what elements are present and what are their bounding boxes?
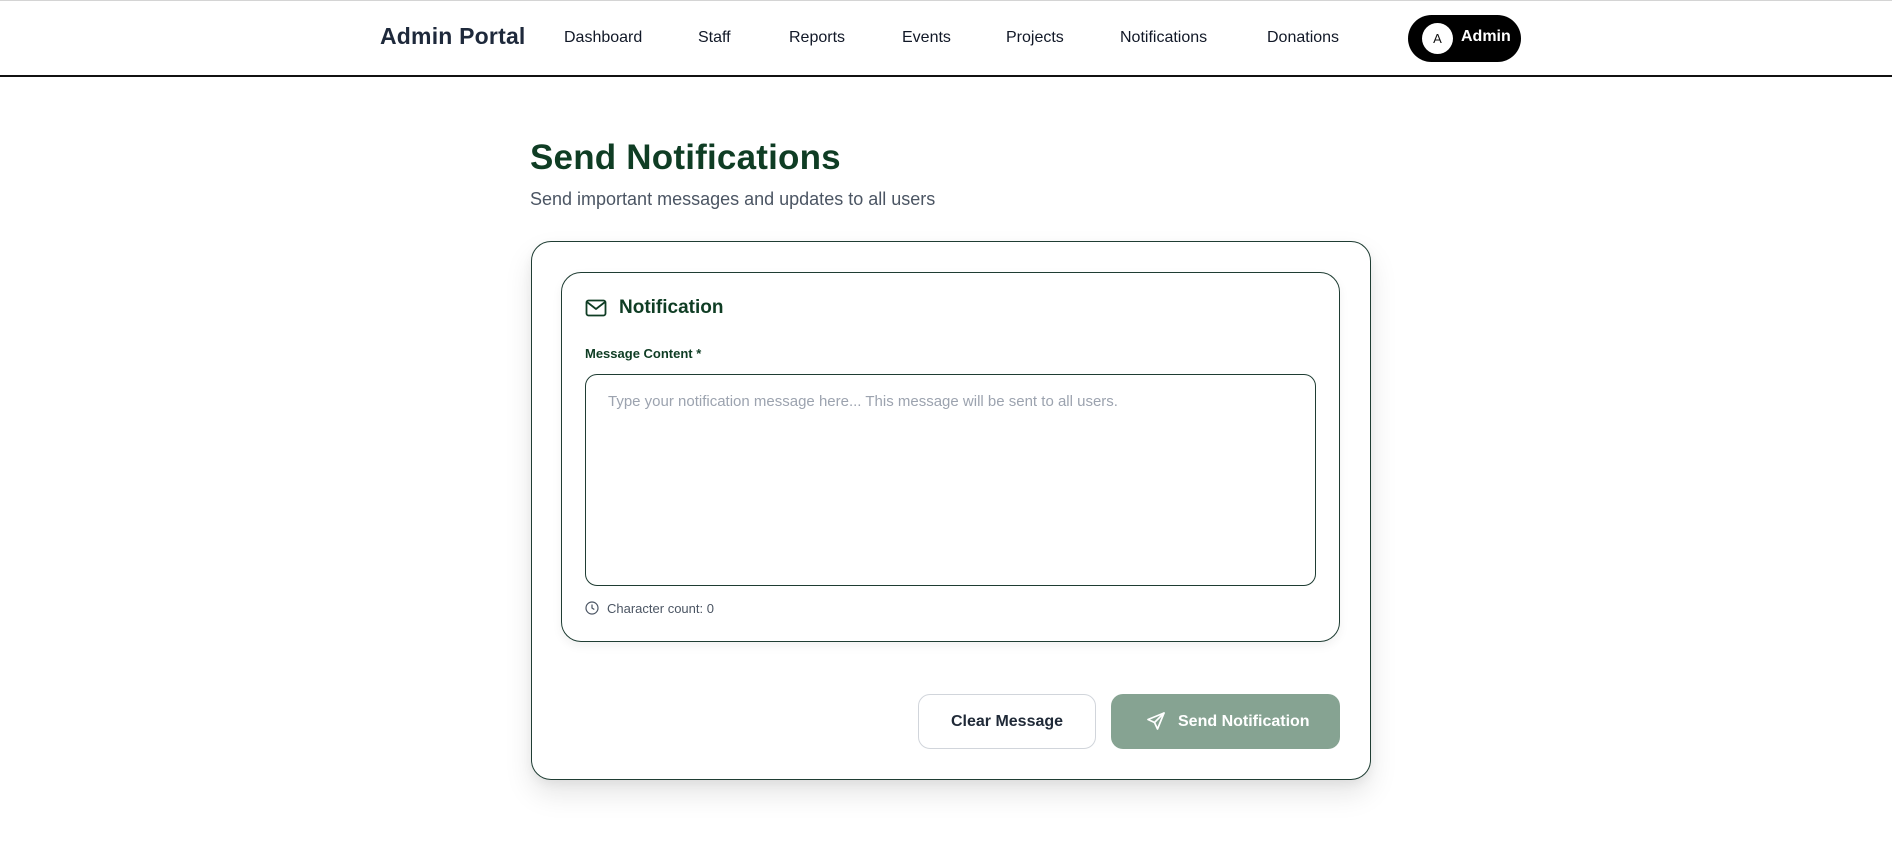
brand-logo[interactable]: Admin Portal (380, 23, 526, 50)
mail-icon (585, 299, 607, 317)
character-count: Character count: 0 (607, 601, 714, 616)
avatar: A (1422, 23, 1453, 54)
clear-message-button[interactable]: Clear Message (918, 694, 1096, 749)
nav-link-dashboard[interactable]: Dashboard (564, 29, 642, 47)
user-name: Admin (1461, 28, 1511, 45)
nav-link-notifications[interactable]: Notifications (1120, 29, 1207, 47)
top-navbar: Admin Portal Dashboard Staff Reports Eve… (0, 1, 1892, 77)
nav-link-staff[interactable]: Staff (698, 29, 731, 47)
user-menu-button[interactable]: A Admin (1408, 15, 1521, 62)
page-title: Send Notifications (530, 138, 841, 177)
nav-link-events[interactable]: Events (902, 29, 951, 47)
nav-link-donations[interactable]: Donations (1267, 29, 1339, 47)
page-subtitle: Send important messages and updates to a… (530, 189, 936, 209)
send-icon (1147, 712, 1165, 730)
message-content-textarea[interactable] (585, 374, 1316, 586)
send-notification-label[interactable]: Send Notification (1178, 713, 1310, 731)
nav-link-reports[interactable]: Reports (789, 29, 845, 47)
section-title: Notification (619, 297, 724, 318)
nav-link-projects[interactable]: Projects (1006, 29, 1064, 47)
message-content-label: Message Content * (585, 346, 702, 361)
clock-icon (585, 601, 599, 615)
